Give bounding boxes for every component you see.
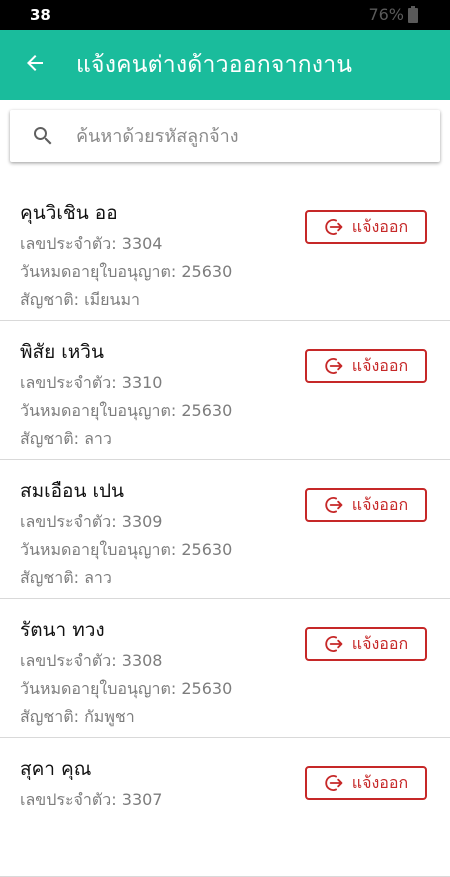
worker-nationality: สัญชาติ: กัมพูชา [20,707,135,726]
worker-nationality [20,842,245,870]
search-input[interactable] [76,110,440,162]
page-title: แจ้งคนต่างด้าวออกจากงาน [76,52,353,78]
battery-icon [408,6,418,23]
notify-exit-label: แจ้งออก [351,494,409,514]
exit-circle-arrow-icon [324,634,344,654]
worker-permit-expiry: วันหมดอายุใบอนุญาต: 25630 [20,262,233,281]
worker-info: คุนวิเชิน ออ เลขประจำตัว: 3304 วันหมดอาย… [20,198,245,314]
worker-nationality: สัญชาติ: ลาว [20,429,112,448]
worker-nationality: สัญชาติ: ลาว [20,568,112,587]
notify-exit-label: แจ้งออก [351,355,409,375]
worker-id: เลขประจำตัว: 3309 [20,512,163,531]
exit-circle-arrow-icon [324,495,344,515]
app-bar: แจ้งคนต่างด้าวออกจากงาน [0,30,450,100]
worker-id: เลขประจำตัว: 3304 [20,234,163,253]
worker-info: พิสัย เหวิน เลขประจำตัว: 3310 วันหมดอายุ… [20,337,245,453]
search-bar [10,110,440,162]
notify-exit-button[interactable]: แจ้งออก [305,349,427,383]
notify-exit-button[interactable]: แจ้งออก [305,627,427,661]
status-bar: 38 76% [0,0,450,30]
worker-list-item: สุคา คุณ เลขประจำตัว: 3307 แจ้งออก [0,738,450,877]
exit-circle-arrow-icon [324,217,344,237]
worker-name: สุคา คุณ [20,758,92,780]
worker-id: เลขประจำตัว: 3308 [20,651,163,670]
notify-exit-button[interactable]: แจ้งออก [305,766,427,800]
worker-permit-expiry [20,814,245,842]
status-right: 76% [368,5,418,24]
worker-id: เลขประจำตัว: 3307 [20,790,163,809]
worker-permit-expiry: วันหมดอายุใบอนุญาต: 25630 [20,679,233,698]
worker-name: คุนวิเชิน ออ [20,202,118,224]
notify-exit-label: แจ้งออก [351,772,409,792]
arrow-left-icon [23,51,47,79]
worker-name: สมเอือน เปน [20,480,125,502]
worker-list-item: รัตนา ทวง เลขประจำตัว: 3308 วันหมดอายุใบ… [0,599,450,738]
battery-percent: 76% [368,5,404,24]
worker-list-item: สมเอือน เปน เลขประจำตัว: 3309 วันหมดอายุ… [0,460,450,599]
worker-nationality: สัญชาติ: เมียนมา [20,290,140,309]
notify-exit-button[interactable]: แจ้งออก [305,210,427,244]
worker-permit-expiry: วันหมดอายุใบอนุญาต: 25630 [20,401,233,420]
status-time: 38 [30,6,51,24]
notify-exit-button[interactable]: แจ้งออก [305,488,427,522]
exit-circle-arrow-icon [324,356,344,376]
search-icon[interactable] [10,124,76,148]
worker-name: พิสัย เหวิน [20,341,104,363]
worker-info: สมเอือน เปน เลขประจำตัว: 3309 วันหมดอายุ… [20,476,245,592]
notify-exit-label: แจ้งออก [351,216,409,236]
notify-exit-label: แจ้งออก [351,633,409,653]
worker-id: เลขประจำตัว: 3310 [20,373,163,392]
worker-list-item: พิสัย เหวิน เลขประจำตัว: 3310 วันหมดอายุ… [0,321,450,460]
worker-list-item: คุนวิเชิน ออ เลขประจำตัว: 3304 วันหมดอาย… [0,182,450,321]
worker-list: คุนวิเชิน ออ เลขประจำตัว: 3304 วันหมดอาย… [0,182,450,877]
worker-permit-expiry: วันหมดอายุใบอนุญาต: 25630 [20,540,233,559]
worker-name: รัตนา ทวง [20,619,105,641]
exit-circle-arrow-icon [324,773,344,793]
back-button[interactable] [0,30,70,100]
worker-info: สุคา คุณ เลขประจำตัว: 3307 [20,754,245,870]
worker-info: รัตนา ทวง เลขประจำตัว: 3308 วันหมดอายุใบ… [20,615,245,731]
